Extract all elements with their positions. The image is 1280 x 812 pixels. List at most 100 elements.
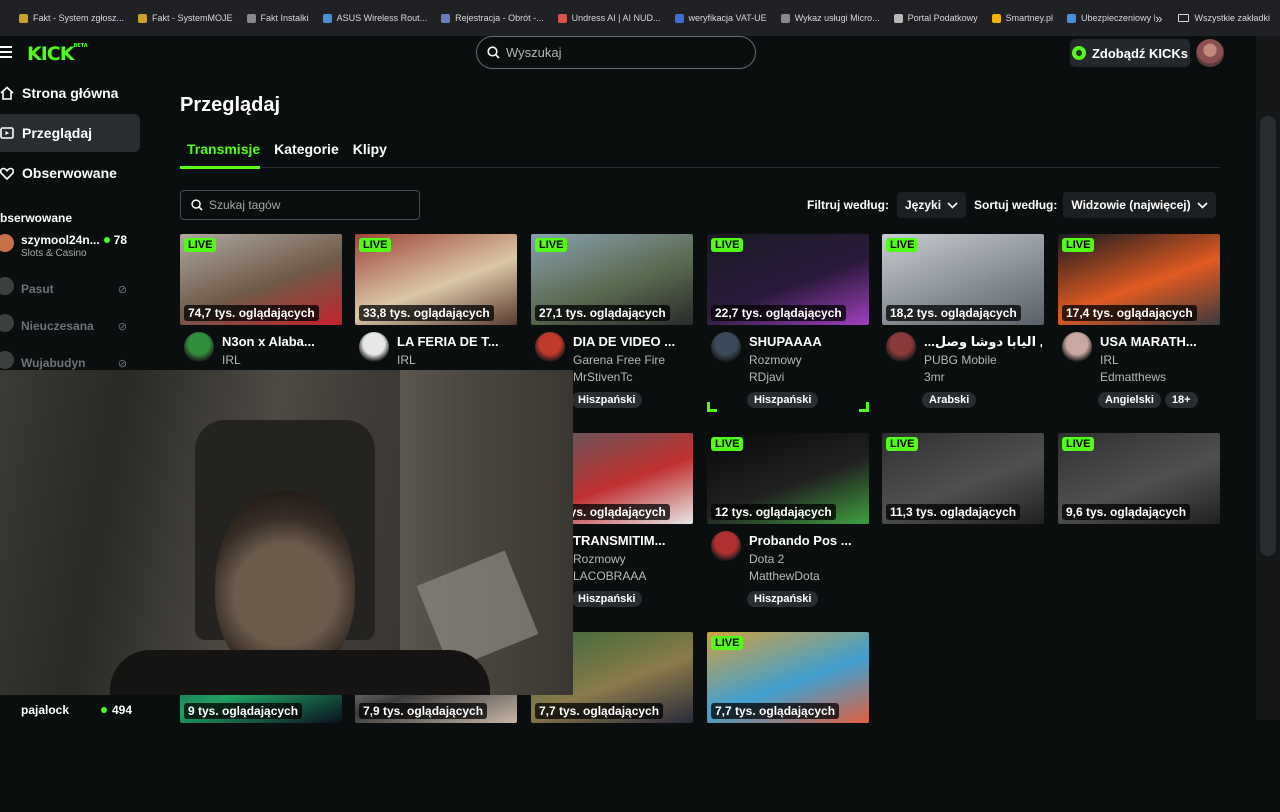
- stream-thumbnail[interactable]: LIVE 7,7 tys. oglądających: [707, 632, 869, 723]
- streamer-name[interactable]: LACOBRAAA: [573, 569, 646, 583]
- sidebar-item-home[interactable]: Strona główna: [0, 74, 140, 112]
- avatar[interactable]: [359, 332, 389, 362]
- stream-category[interactable]: PUBG Mobile: [924, 353, 997, 367]
- tag-chip[interactable]: Hiszpański: [747, 392, 819, 408]
- bookmark-item[interactable]: Fakt - SystemMOJE: [131, 0, 240, 36]
- streamer-name[interactable]: RDjavi: [749, 370, 784, 384]
- followed-item[interactable]: Nieuczesana ⊘: [0, 311, 135, 343]
- stream-category[interactable]: Rozmowy: [749, 353, 802, 367]
- avatar: [0, 234, 14, 252]
- stream-card[interactable]: LIVE 12 tys. oglądających Probando Pos ...…: [707, 433, 869, 613]
- stream-thumbnail[interactable]: LIVE 12 tys. oglądających: [707, 433, 869, 524]
- stream-thumbnail[interactable]: LIVE 17,4 tys. oglądających: [1058, 234, 1220, 325]
- stream-card[interactable]: LIVE 18,2 tys. oglądających ...کول الیابا …: [882, 234, 1044, 414]
- stream-title[interactable]: LA FERIA DE T...: [397, 334, 515, 349]
- stream-category[interactable]: Dota 2: [749, 552, 784, 566]
- stream-card[interactable]: LIVE 11,3 tys. oglądających: [882, 433, 1044, 613]
- stream-category[interactable]: IRL: [397, 353, 416, 367]
- bookmark-label: Portal Podatkowy: [907, 13, 978, 23]
- stream-card[interactable]: LIVE 9,6 tys. oglądających: [1058, 433, 1220, 613]
- live-badge: LIVE: [886, 437, 919, 451]
- stream-title[interactable]: DIA DE VIDEO ...: [573, 334, 691, 349]
- tag-chip[interactable]: Hiszpański: [571, 591, 643, 607]
- stream-thumbnail[interactable]: LIVE 9,6 tys. oglądających: [1058, 433, 1220, 524]
- stream-category[interactable]: IRL: [1100, 353, 1119, 367]
- stream-title[interactable]: USA MARATH...: [1100, 334, 1218, 349]
- tag-search-input[interactable]: [209, 198, 409, 212]
- live-badge: LIVE: [535, 238, 568, 252]
- bookmark-item[interactable]: weryfikacja VAT-UE: [668, 0, 774, 36]
- search-bar[interactable]: [476, 36, 756, 69]
- bookmark-item[interactable]: Portal Podatkowy: [887, 0, 985, 36]
- stream-category[interactable]: Rozmowy: [573, 552, 626, 566]
- page-scrollbar[interactable]: [1256, 36, 1280, 720]
- stream-category[interactable]: Garena Free Fire: [573, 353, 665, 367]
- stream-title[interactable]: ...کول الیابا دوشا وصل: [924, 334, 1042, 350]
- bookmark-item[interactable]: Rejestracja - Obrót -...: [434, 0, 551, 36]
- avatar[interactable]: [1062, 332, 1092, 362]
- tag-chip[interactable]: Angielski: [1098, 392, 1161, 408]
- scrollbar-thumb[interactable]: [1260, 116, 1276, 556]
- streamer-name[interactable]: 3mr: [924, 370, 945, 384]
- bookmark-item[interactable]: Undress AI | AI NUD...: [551, 0, 668, 36]
- followed-item[interactable]: szymool24n... Slots & Casino 78: [0, 231, 135, 263]
- stream-title[interactable]: Probando Pos ...: [749, 533, 867, 548]
- stream-card[interactable]: LIVE 7,7 tys. oglądających: [707, 632, 869, 812]
- stream-title[interactable]: N3on x Alaba...: [222, 334, 340, 349]
- language-filter-select[interactable]: Języki: [897, 192, 967, 218]
- bookmark-item[interactable]: Wykaz usługi Micro...: [774, 0, 887, 36]
- avatar[interactable]: [184, 332, 214, 362]
- bookmark-item[interactable]: Smartney.pl: [985, 0, 1060, 36]
- bookmarks-more-button[interactable]: »: [1155, 11, 1162, 26]
- sort-select[interactable]: Widzowie (najwięcej): [1063, 192, 1216, 218]
- all-bookmarks-button[interactable]: Wszystkie zakładki: [1178, 13, 1272, 23]
- stream-thumbnail[interactable]: LIVE 33,8 tys. oglądających: [355, 234, 517, 325]
- stream-card[interactable]: LIVE 17,4 tys. oglądających USA MARATH... I…: [1058, 234, 1220, 414]
- bookmark-item[interactable]: Fakt - System zgłosz...: [12, 0, 131, 36]
- stream-thumbnail[interactable]: LIVE 11,3 tys. oglądających: [882, 433, 1044, 524]
- sidebar-item-browse[interactable]: Przeglądaj: [0, 114, 140, 152]
- followed-item[interactable]: Pasut ⊘: [0, 274, 135, 306]
- bookmark-item[interactable]: Fakt Instalki: [240, 0, 316, 36]
- stream-thumbnail[interactable]: LIVE 18,2 tys. oglądających: [882, 234, 1044, 325]
- followed-item-bottom[interactable]: pajalock 494: [0, 697, 140, 720]
- streamer-name[interactable]: Edmatthews: [1100, 370, 1166, 384]
- tag-chip[interactable]: 18+: [1164, 392, 1198, 408]
- tag-chip[interactable]: Arabski: [922, 392, 977, 408]
- tag-chip[interactable]: Hiszpański: [747, 591, 819, 607]
- bookmark-favicon-icon: [780, 13, 790, 23]
- streamer-name[interactable]: MrStivenTc: [573, 370, 632, 384]
- tab-streams[interactable]: Transmisje: [180, 138, 267, 166]
- stream-thumbnail[interactable]: LIVE 27,1 tys. oglądających: [531, 234, 693, 325]
- streamer-name[interactable]: MatthewDota: [749, 569, 820, 583]
- stream-thumbnail[interactable]: LIVE 22,7 tys. oglądających: [707, 234, 869, 325]
- avatar[interactable]: [886, 332, 916, 362]
- bookmark-item[interactable]: ASUS Wireless Rout...: [316, 0, 435, 36]
- bookmark-label: ASUS Wireless Rout...: [336, 13, 428, 23]
- search-icon: [191, 199, 203, 211]
- tag-search-bar[interactable]: [180, 190, 420, 220]
- heart-icon: [0, 166, 14, 180]
- stream-card[interactable]: LIVE 22,7 tys. oglądających SHUPAAAA Rozmow…: [707, 234, 869, 414]
- bookmark-favicon-icon: [441, 13, 451, 23]
- get-kicks-button[interactable]: Zdobądź KICKs: [1070, 39, 1190, 67]
- tab-clips[interactable]: Klipy: [346, 138, 394, 166]
- tag-chip[interactable]: Hiszpański: [571, 392, 643, 408]
- logo-text: KICK: [27, 43, 74, 65]
- kick-logo[interactable]: KICKBETA: [27, 43, 88, 65]
- avatar[interactable]: [535, 332, 565, 362]
- avatar[interactable]: [711, 332, 741, 362]
- tab-categories[interactable]: Kategorie: [267, 138, 346, 166]
- avatar[interactable]: [711, 531, 741, 561]
- followed-name: Nieuczesana: [21, 319, 94, 333]
- user-avatar[interactable]: [1196, 39, 1224, 67]
- search-input[interactable]: [506, 45, 726, 60]
- viewer-count: 27,1 tys. oglądających: [535, 305, 670, 321]
- stream-title[interactable]: SHUPAAAA: [749, 334, 867, 349]
- stream-title[interactable]: TRANSMITIM...: [573, 533, 691, 548]
- stream-category[interactable]: IRL: [222, 353, 241, 367]
- menu-icon[interactable]: [0, 46, 12, 58]
- sidebar-item-following[interactable]: Obserwowane: [0, 154, 140, 192]
- viewer-count: 494: [100, 703, 132, 717]
- stream-thumbnail[interactable]: LIVE 74,7 tys. oglądających: [180, 234, 342, 325]
